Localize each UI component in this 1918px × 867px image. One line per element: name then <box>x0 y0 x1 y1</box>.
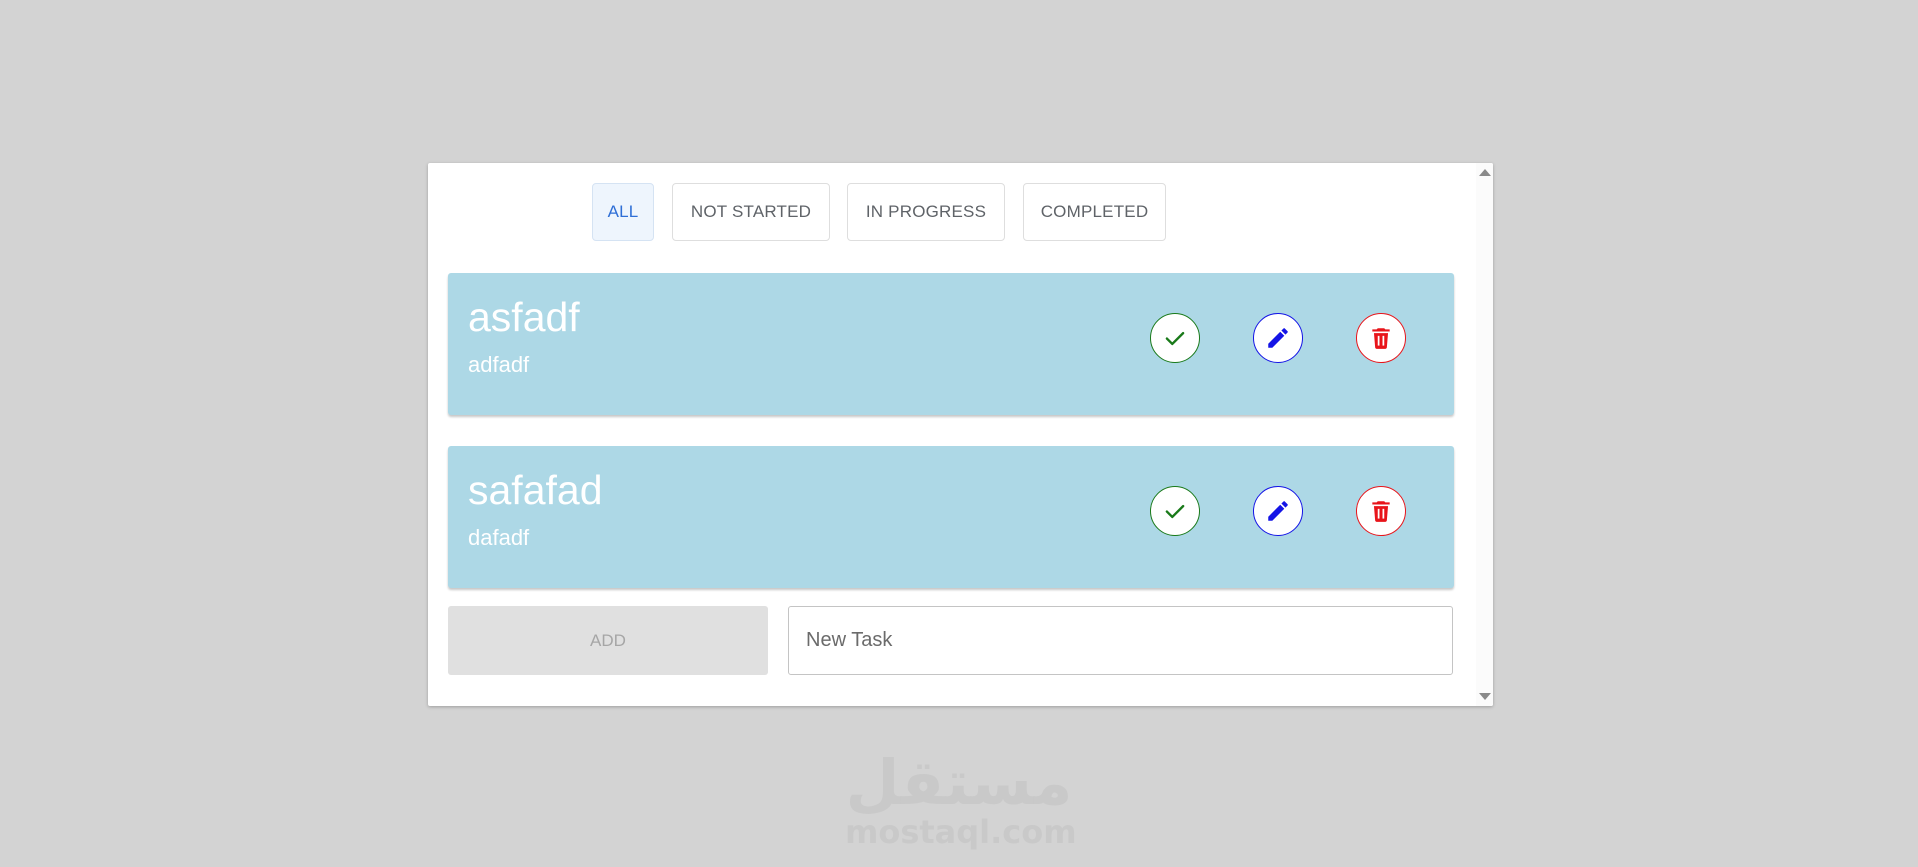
filter-all-button[interactable]: ALL <box>592 183 654 241</box>
task-card: safafad dafadf <box>448 446 1454 588</box>
complete-task-button[interactable] <box>1150 313 1200 363</box>
edit-task-button[interactable] <box>1253 486 1303 536</box>
task-card: asfadf adfadf <box>448 273 1454 415</box>
delete-task-button[interactable] <box>1356 486 1406 536</box>
pencil-icon <box>1268 328 1288 348</box>
watermark-latin: mostaql.com <box>845 813 1077 851</box>
page: ALL NOT STARTED IN PROGRESS COMPLETED as… <box>0 0 1918 867</box>
trash-icon <box>1372 328 1390 349</box>
filter-completed-button[interactable]: COMPLETED <box>1023 183 1166 241</box>
trash-icon <box>1372 501 1390 522</box>
task-description: adfadf <box>468 352 530 377</box>
check-icon <box>1165 331 1185 346</box>
pencil-icon <box>1268 501 1288 521</box>
vertical-scrollbar[interactable] <box>1476 163 1493 706</box>
scroll-down-arrow[interactable] <box>1479 693 1491 700</box>
task-title: asfadf <box>468 294 580 340</box>
watermark: مستقل mostaql.com <box>845 746 1077 851</box>
task-title: safafad <box>468 467 603 513</box>
complete-task-button[interactable] <box>1150 486 1200 536</box>
watermark-arabic: مستقل <box>845 746 1073 819</box>
new-task-input[interactable] <box>788 606 1453 675</box>
add-task-button[interactable]: ADD <box>448 606 768 675</box>
check-icon <box>1165 504 1185 519</box>
scroll-up-arrow[interactable] <box>1479 169 1491 176</box>
task-description: dafadf <box>468 525 530 550</box>
edit-task-button[interactable] <box>1253 313 1303 363</box>
delete-task-button[interactable] <box>1356 313 1406 363</box>
filter-not-started-button[interactable]: NOT STARTED <box>672 183 830 241</box>
todo-panel: ALL NOT STARTED IN PROGRESS COMPLETED as… <box>428 163 1493 706</box>
filter-bar: ALL NOT STARTED IN PROGRESS COMPLETED <box>428 183 1476 243</box>
filter-in-progress-button[interactable]: IN PROGRESS <box>847 183 1005 241</box>
